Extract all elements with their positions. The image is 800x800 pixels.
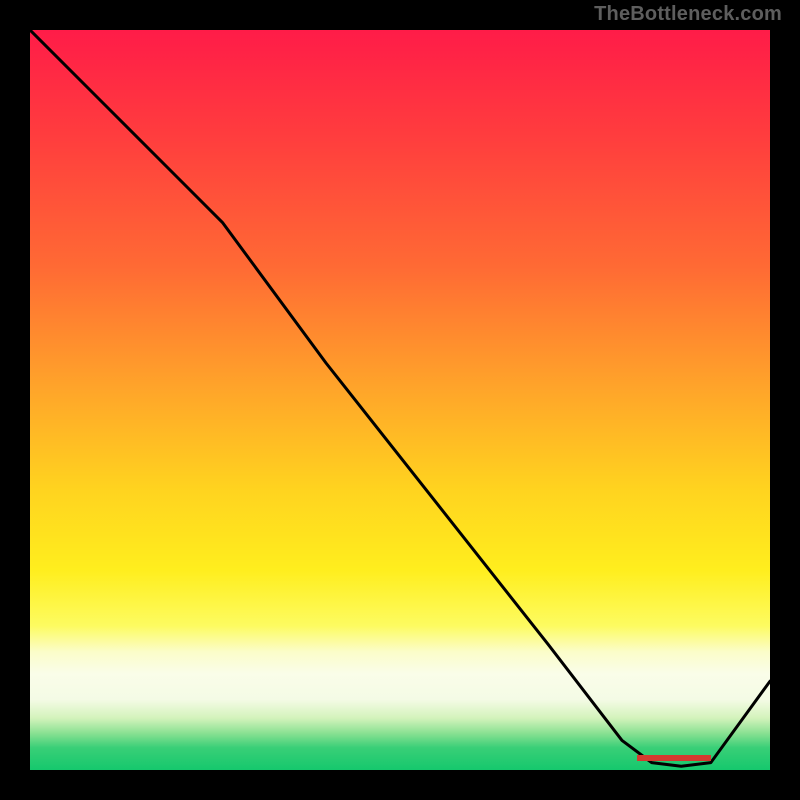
watermark-text: TheBottleneck.com (594, 3, 782, 26)
line-series (30, 30, 770, 770)
plot-area (30, 30, 770, 770)
curve-path (30, 30, 770, 766)
accent-segment (637, 755, 711, 761)
chart-container: TheBottleneck.com (0, 0, 800, 800)
